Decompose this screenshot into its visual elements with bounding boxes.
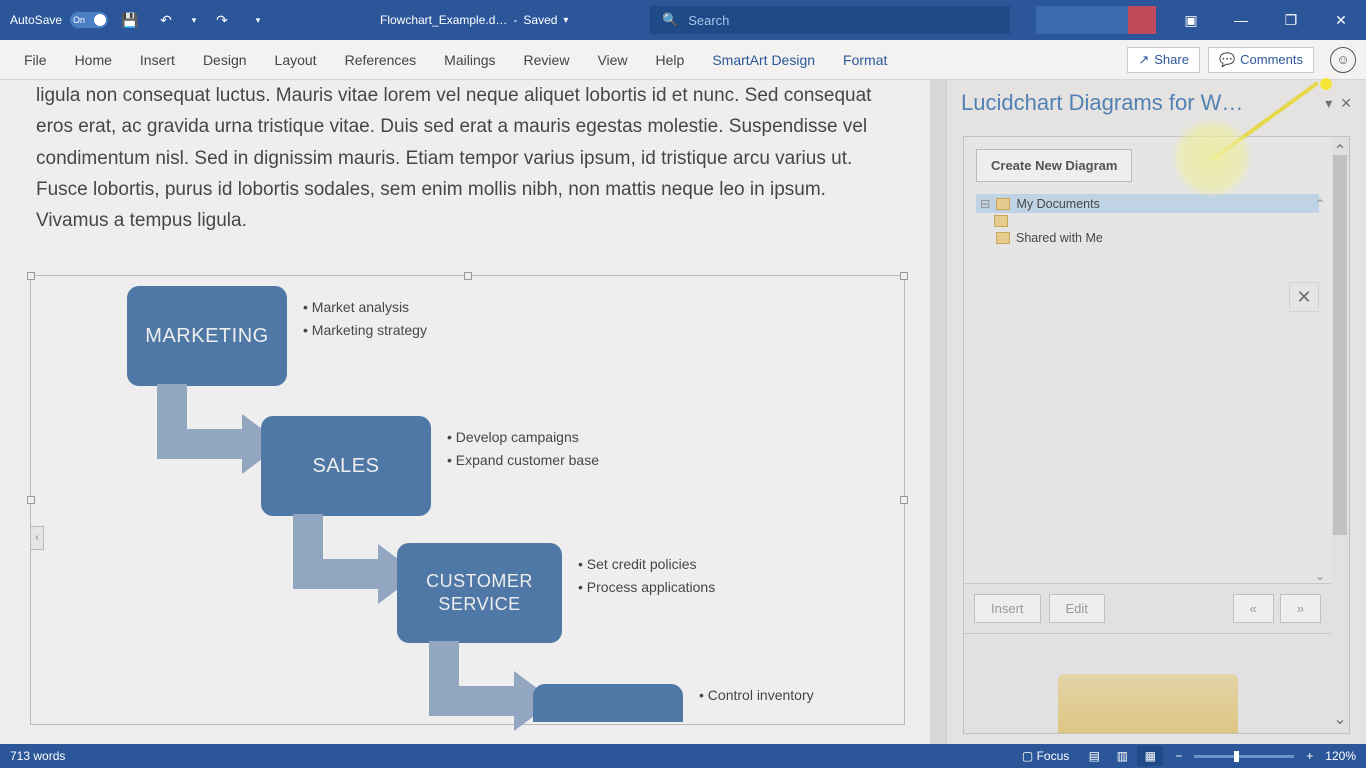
smartart-bullets: Develop campaigns Expand customer base: [447, 416, 599, 472]
pane-menu-icon[interactable]: ▾: [1325, 95, 1332, 112]
comments-button[interactable]: 💬Comments: [1208, 47, 1314, 73]
maximize-icon[interactable]: ❐: [1266, 0, 1316, 40]
scroll-down-icon[interactable]: ⌄: [1333, 709, 1346, 729]
annotation-endpoint: [1320, 78, 1332, 90]
tab-format[interactable]: Format: [829, 40, 901, 80]
undo-dropdown-icon[interactable]: ▾: [188, 6, 200, 34]
ribbon-tabs: File Home Insert Design Layout Reference…: [0, 40, 1366, 80]
smartart-node-customer-service[interactable]: CUSTOMER SERVICE: [397, 543, 562, 643]
tab-review[interactable]: Review: [510, 40, 584, 80]
tab-mailings[interactable]: Mailings: [430, 40, 509, 80]
save-icon[interactable]: 💾: [116, 6, 144, 34]
comment-icon: 💬: [1219, 52, 1235, 68]
inner-scroll-up-icon[interactable]: ⌃: [1315, 197, 1325, 211]
folder-icon: [994, 215, 1008, 227]
tab-layout[interactable]: Layout: [261, 40, 331, 80]
autosave-label: AutoSave: [10, 13, 62, 27]
tab-view[interactable]: View: [583, 40, 641, 80]
tab-design[interactable]: Design: [189, 40, 261, 80]
folder-illustration: [964, 633, 1331, 733]
title-bar: AutoSave On 💾 ↶ ▾ ↷ ▾ Flowchart_Example.…: [0, 0, 1366, 40]
tab-insert[interactable]: Insert: [126, 40, 189, 80]
redo-icon[interactable]: ↷: [208, 6, 236, 34]
tree-item-empty-folder[interactable]: [990, 213, 1319, 229]
smartart-text-pane-toggle[interactable]: ‹: [30, 526, 44, 550]
folder-icon: [996, 198, 1010, 210]
insert-button[interactable]: Insert: [974, 594, 1041, 623]
resize-handle[interactable]: [900, 272, 908, 280]
qat-customize-icon[interactable]: ▾: [244, 6, 272, 34]
web-layout-icon[interactable]: ▦: [1137, 746, 1163, 766]
folder-tree: ⊟ My Documents Shared with Me: [964, 194, 1331, 247]
inner-scroll-down-icon[interactable]: ⌄: [1315, 569, 1325, 583]
read-mode-icon[interactable]: ▤: [1081, 746, 1107, 766]
tab-smartart-design[interactable]: SmartArt Design: [698, 40, 829, 80]
status-bar: 713 words ▢ Focus ▤ ▥ ▦ − + 120%: [0, 744, 1366, 768]
prev-button[interactable]: «: [1233, 594, 1274, 623]
tab-help[interactable]: Help: [642, 40, 699, 80]
search-input[interactable]: 🔍 Search: [650, 6, 1010, 34]
undo-icon[interactable]: ↶: [152, 6, 180, 34]
create-new-diagram-button[interactable]: Create New Diagram: [976, 149, 1132, 182]
pane-title: Lucidchart Diagrams for W…: [961, 90, 1317, 116]
resize-handle[interactable]: [900, 496, 908, 504]
zoom-slider[interactable]: [1194, 755, 1294, 758]
smartart-node-partial[interactable]: [533, 684, 683, 722]
avatar: [1128, 6, 1156, 34]
focus-mode-button[interactable]: ▢ Focus: [1022, 749, 1069, 763]
close-icon[interactable]: ✕: [1316, 0, 1366, 40]
zoom-level[interactable]: 120%: [1325, 749, 1356, 763]
resize-handle[interactable]: [27, 496, 35, 504]
smartart-node-marketing[interactable]: MARKETING: [127, 286, 287, 386]
minimize-icon[interactable]: —: [1216, 0, 1266, 40]
tab-file[interactable]: File: [10, 40, 61, 80]
smartart-bullets: Control inventory: [699, 684, 814, 707]
tab-home[interactable]: Home: [61, 40, 126, 80]
resize-handle[interactable]: [27, 272, 35, 280]
edit-button[interactable]: Edit: [1049, 594, 1105, 623]
task-pane: Lucidchart Diagrams for W… ▾ ✕ ⌃ ⌄ Creat…: [946, 80, 1366, 744]
ribbon-display-icon[interactable]: ▣: [1166, 0, 1216, 40]
user-account[interactable]: [1036, 6, 1156, 34]
inner-close-icon[interactable]: ✕: [1289, 282, 1319, 312]
smartart-object[interactable]: ‹ MARKETING Market analysis Marketing st…: [30, 275, 905, 725]
zoom-in-icon[interactable]: +: [1306, 749, 1313, 763]
share-button[interactable]: ↗Share: [1127, 47, 1200, 73]
document-page[interactable]: ligula non consequat luctus. Mauris vita…: [0, 80, 930, 744]
zoom-out-icon[interactable]: −: [1175, 749, 1182, 763]
word-count[interactable]: 713 words: [10, 749, 65, 763]
next-button[interactable]: »: [1280, 594, 1321, 623]
feedback-icon[interactable]: ☺: [1330, 47, 1356, 73]
resize-handle[interactable]: [464, 272, 472, 280]
tab-references[interactable]: References: [331, 40, 431, 80]
smartart-bullets: Market analysis Marketing strategy: [303, 286, 427, 342]
smartart-node-sales[interactable]: SALES: [261, 416, 431, 516]
paragraph-text: ligula non consequat luctus. Mauris vita…: [36, 80, 894, 237]
title-dropdown-icon[interactable]: ▾: [563, 15, 568, 26]
scroll-thumb[interactable]: [1333, 155, 1347, 535]
tree-item-my-documents[interactable]: ⊟ My Documents: [976, 194, 1319, 213]
autosave-toggle[interactable]: On: [70, 12, 108, 28]
scrollbar[interactable]: ⌃ ⌄: [1331, 137, 1349, 733]
folder-icon: [996, 232, 1010, 244]
search-icon: 🔍: [662, 12, 678, 28]
pane-close-icon[interactable]: ✕: [1340, 95, 1352, 112]
share-icon: ↗: [1138, 52, 1149, 68]
tree-item-shared-with-me[interactable]: Shared with Me: [976, 229, 1319, 247]
smartart-bullets: Set credit policies Process applications: [578, 543, 715, 599]
print-layout-icon[interactable]: ▥: [1109, 746, 1135, 766]
document-title: Flowchart_Example.d… - Saved ▾: [380, 13, 568, 27]
